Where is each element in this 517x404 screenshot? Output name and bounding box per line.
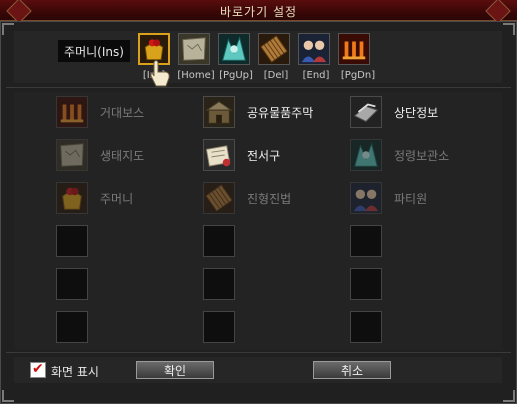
empty-slot[interactable] <box>56 268 88 300</box>
shortcut-item-formation[interactable]: 진형진법 <box>203 182 291 214</box>
empty-slot[interactable] <box>350 225 382 257</box>
hand-cursor-icon <box>150 60 170 87</box>
empty-slot[interactable] <box>350 268 382 300</box>
shortcut-item-label: 생태지도 <box>100 148 145 163</box>
pouch-icon <box>57 183 87 213</box>
frame-corner <box>503 390 515 402</box>
shortcut-item-label: 거대보스 <box>100 105 145 120</box>
boss-icon <box>57 97 87 127</box>
hotkey-slot-pgdn[interactable] <box>338 33 370 65</box>
shortcut-item-label: 전서구 <box>247 148 281 163</box>
empty-slot[interactable] <box>56 225 88 257</box>
frame-corner <box>2 390 14 402</box>
shortcut-item-party[interactable]: 파티원 <box>350 182 427 214</box>
divider <box>6 352 511 353</box>
formation-icon <box>204 183 234 213</box>
boss-icon <box>339 34 369 64</box>
title-bar: 바로가기 설정 <box>0 0 517 24</box>
shortcut-item-spirit-storage[interactable]: 정령보관소 <box>350 139 449 171</box>
shared-tavern-icon <box>204 97 234 127</box>
hotkey-key-label: [End] <box>302 70 330 81</box>
hotkey-slot-pgup[interactable] <box>218 33 250 65</box>
spirit-storage-icon <box>351 140 381 170</box>
cancel-button[interactable]: 취소 <box>313 361 391 379</box>
party-icon <box>299 34 329 64</box>
shortcut-item-shared-tavern[interactable]: 공유물품주막 <box>203 96 313 128</box>
formation-icon <box>259 34 289 64</box>
divider <box>6 87 511 88</box>
shortcut-item-label: 정령보관소 <box>394 148 450 163</box>
spirit-storage-icon <box>219 34 249 64</box>
empty-slot[interactable] <box>203 268 235 300</box>
shortcut-item-pouch[interactable]: 주머니 <box>56 182 133 214</box>
shortcut-item-merchant-info[interactable]: 상단정보 <box>350 96 438 128</box>
empty-slot[interactable] <box>350 311 382 343</box>
hotkey-key-label: [PgDn] <box>340 70 376 81</box>
empty-slot[interactable] <box>56 311 88 343</box>
shortcut-item-label: 상단정보 <box>394 105 439 120</box>
show-on-screen-label: 화면 표시 <box>51 365 99 379</box>
merchant-info-icon <box>351 97 381 127</box>
selected-shortcut-label: 주머니(Ins) <box>58 40 130 62</box>
hotkey-slot-del[interactable] <box>258 33 290 65</box>
party-icon <box>351 183 381 213</box>
messenger-icon <box>204 140 234 170</box>
hotkey-key-label: [PgUp] <box>219 70 253 81</box>
hotkey-slot-end[interactable] <box>298 33 330 65</box>
frame-corner <box>2 23 14 35</box>
frame-corner <box>503 23 515 35</box>
shortcut-item-giant-boss[interactable]: 거대보스 <box>56 96 144 128</box>
shortcut-item-ecology-map[interactable]: 생태지도 <box>56 139 144 171</box>
shortcut-item-label: 진형진법 <box>247 191 292 206</box>
window-title: 바로가기 설정 <box>219 5 298 19</box>
shortcut-item-label: 파티원 <box>394 191 428 206</box>
ecology-map-icon <box>179 34 209 64</box>
shortcut-item-label: 공유물품주막 <box>247 105 314 120</box>
show-on-screen-checkbox[interactable]: ✔ <box>30 361 46 378</box>
hotkey-slot-home[interactable] <box>178 33 210 65</box>
ecology-map-icon <box>57 140 87 170</box>
confirm-button[interactable]: 확인 <box>136 361 214 379</box>
empty-slot[interactable] <box>203 225 235 257</box>
shortcut-item-messenger[interactable]: 전서구 <box>203 139 280 171</box>
shortcut-item-label: 주머니 <box>100 191 134 206</box>
checkmark-icon: ✔ <box>32 361 44 377</box>
hotkey-key-label: [Del] <box>263 70 289 81</box>
empty-slot[interactable] <box>203 311 235 343</box>
hotkey-key-label: [Home] <box>177 70 215 81</box>
